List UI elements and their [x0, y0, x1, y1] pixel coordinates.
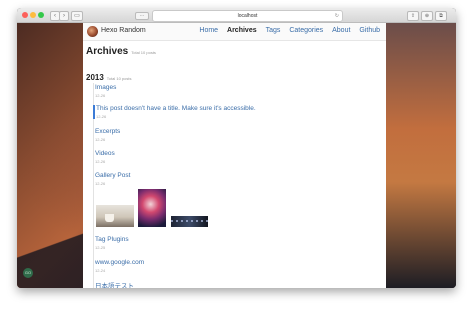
nav-home[interactable]: Home — [199, 27, 218, 34]
share-icon[interactable]: ⇪ — [407, 11, 419, 21]
reader-icon[interactable]: ··· — [135, 12, 149, 20]
post-link[interactable]: Tag Plugins — [95, 236, 129, 243]
site-title[interactable]: Hexo Random — [101, 27, 146, 34]
post-date: 12-24 — [95, 268, 106, 273]
downloads-icon[interactable]: ⊕ — [421, 11, 433, 21]
site-logo[interactable] — [87, 26, 98, 37]
reload-icon[interactable]: ↻ — [335, 11, 339, 21]
nav-categories[interactable]: Categories — [289, 27, 323, 34]
post-link[interactable]: Images — [95, 84, 116, 91]
year-heading: 2013 Total 10 posts — [86, 73, 131, 82]
post-link[interactable]: Videos — [95, 150, 115, 157]
list-item: This post doesn't have a title. Make sur… — [93, 105, 256, 119]
nav-about[interactable]: About — [332, 27, 350, 34]
gallery-thumbnail-cup[interactable] — [96, 205, 134, 227]
minimize-window-button[interactable] — [30, 12, 36, 18]
nav-archives[interactable]: Archives — [227, 27, 257, 34]
post-date: 12-26 — [95, 93, 106, 98]
post-link[interactable]: Excerpts — [95, 128, 120, 135]
background-right — [386, 23, 456, 288]
browser-toolbar: ‹ › ▭ ··· localhost ↻ ⇪ ⊕ ⧉ — [17, 8, 456, 23]
list-item: Excerpts 12-26 — [95, 128, 120, 142]
gallery-thumbnail-flowers[interactable] — [138, 189, 166, 227]
forward-icon[interactable]: › — [59, 11, 69, 21]
year-label: 2013 — [86, 73, 104, 82]
city-lights — [171, 220, 208, 222]
url-text: localhost — [237, 13, 258, 19]
zoom-window-button[interactable] — [38, 12, 44, 18]
list-item: www.google.com 12-24 — [95, 259, 144, 273]
page-title: Archives Total 10 posts — [86, 46, 156, 57]
main-nav: Home Archives Tags Categories About Gith… — [192, 27, 380, 34]
close-window-button[interactable] — [22, 12, 28, 18]
archives-heading: Archives — [86, 46, 129, 57]
tabs-icon[interactable]: ⧉ — [435, 11, 447, 21]
archives-total: Total 10 posts — [131, 50, 156, 55]
post-date: 12-26 — [95, 137, 106, 142]
site-header: Hexo Random Home Archives Tags Categorie… — [83, 23, 386, 41]
post-date: 12-26 — [95, 181, 106, 186]
list-item: Videos 12-26 — [95, 150, 115, 164]
list-item: Tag Plugins 12-25 — [95, 236, 129, 250]
list-item: Images 12-26 — [95, 84, 116, 98]
sidebar-toggle-icon[interactable]: ▭ — [71, 11, 83, 21]
list-item: 日本語テスト 12-23 — [95, 280, 134, 288]
post-date: 12-25 — [95, 245, 106, 250]
gallery-thumbnail-city[interactable] — [171, 216, 208, 227]
post-date: 12-26 — [96, 114, 107, 119]
nav-tags[interactable]: Tags — [266, 27, 281, 34]
nav-github[interactable]: Github — [359, 27, 380, 34]
post-link[interactable]: Gallery Post — [95, 172, 130, 179]
page-viewport: GO Hexo Random Home Archives Tags Catego… — [17, 23, 456, 288]
post-date: 12-26 — [95, 159, 106, 164]
post-link[interactable]: This post doesn't have a title. Make sur… — [96, 105, 256, 112]
cup-shape — [105, 214, 114, 222]
list-item: Gallery Post 12-26 — [95, 172, 130, 186]
content-page: Hexo Random Home Archives Tags Categorie… — [83, 23, 386, 288]
go-button[interactable]: GO — [23, 268, 33, 278]
post-link[interactable]: www.google.com — [95, 259, 144, 266]
address-bar[interactable]: ··· localhost ↻ — [135, 10, 343, 22]
post-link[interactable]: 日本語テスト — [95, 280, 134, 288]
browser-window: ‹ › ▭ ··· localhost ↻ ⇪ ⊕ ⧉ GO Hexo Rand… — [17, 8, 456, 288]
year-total: Total 10 posts — [106, 76, 132, 81]
